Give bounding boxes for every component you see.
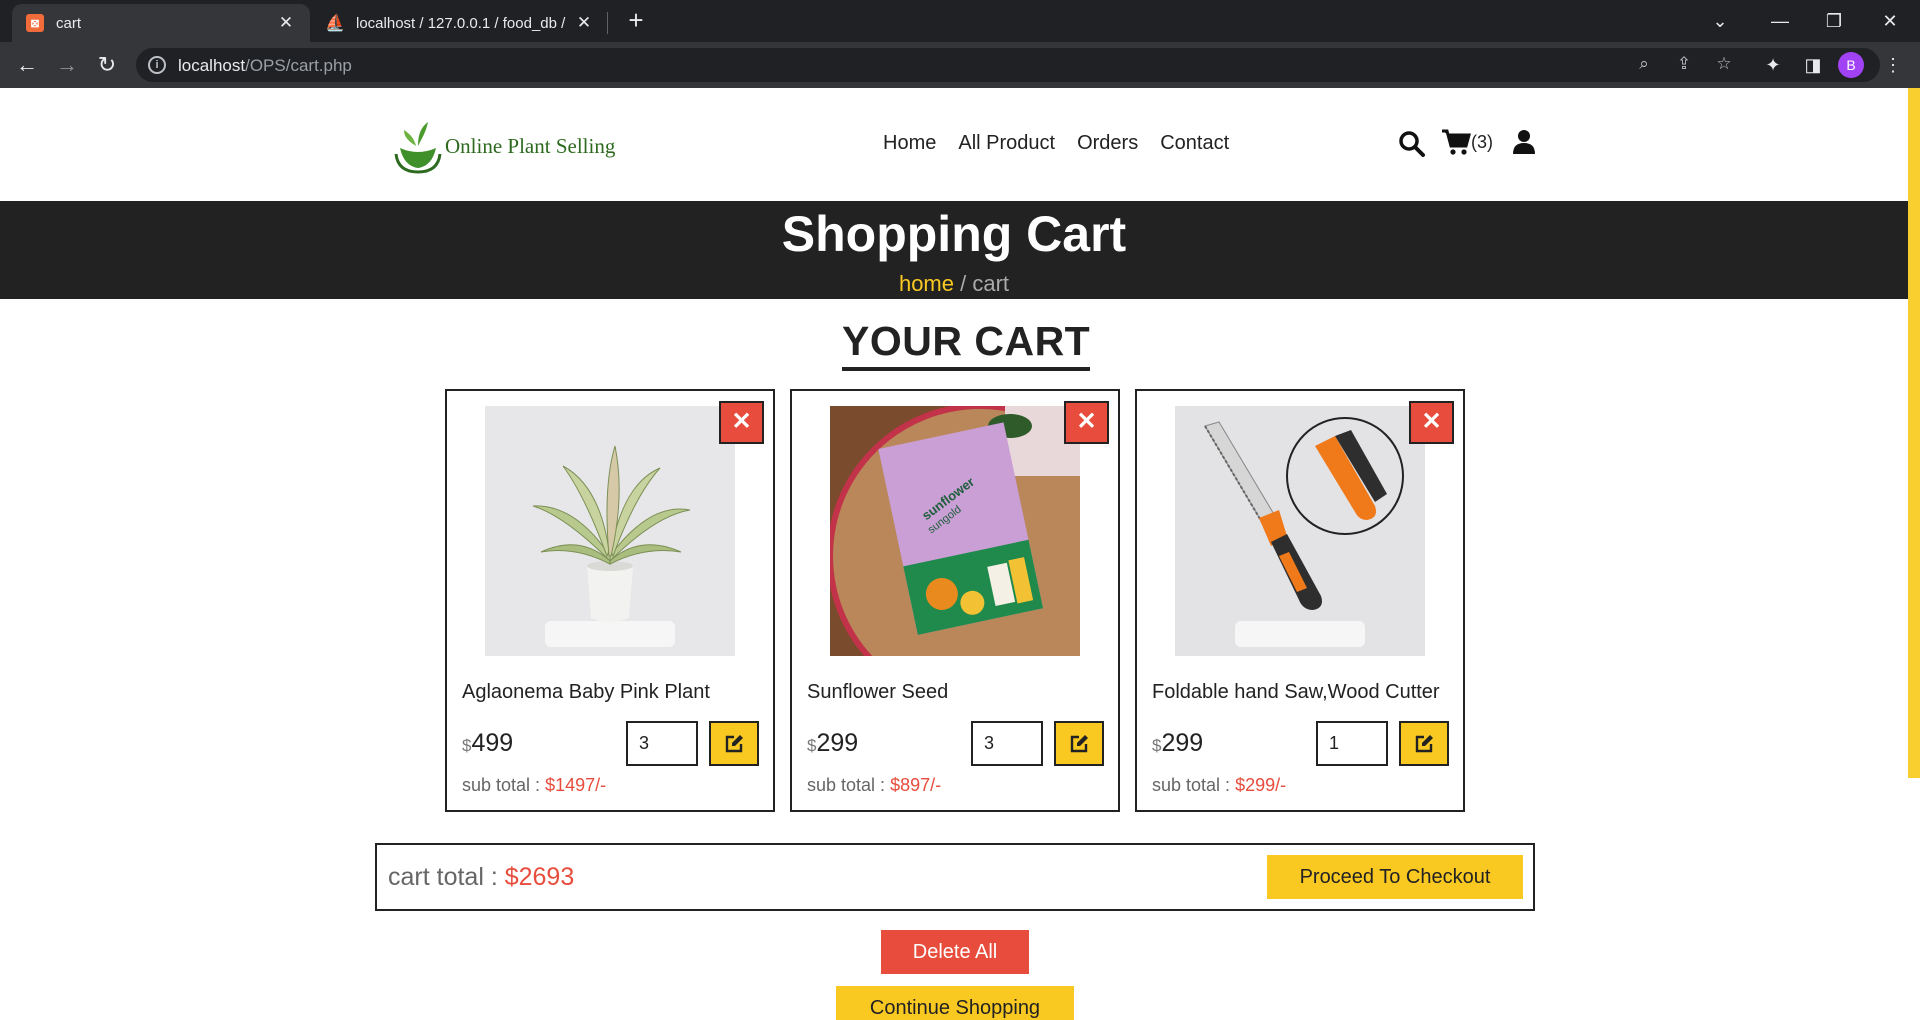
main-nav: Home All Product Orders Contact [883,132,1229,155]
search-icon[interactable] [1398,130,1426,158]
tab-cart[interactable]: ⊠ cart ✕ [12,4,310,42]
subtotal-label: sub total : [807,775,891,795]
update-quantity-button[interactable] [709,721,759,766]
product-price: $299 [1152,729,1203,758]
reload-button[interactable]: ↻ [92,50,122,80]
proceed-to-checkout-button[interactable]: Proceed To Checkout [1267,855,1523,899]
cart-heading: YOUR CART [842,318,1091,371]
product-name: Foldable hand Saw,Wood Cutter [1152,681,1440,703]
page-banner: Shopping Cart home / cart [0,201,1908,299]
menu-kebab-icon[interactable]: ⋮ [1878,50,1908,80]
breadcrumb: home / cart [0,271,1908,297]
user-icon[interactable] [1512,129,1536,155]
subtotal: sub total : $299/- [1152,775,1286,796]
cart-item-card: ✕ Foldable hand Saw,Wood Cutter $299 1 s… [1135,389,1465,812]
url-text[interactable]: localhost/OPS/cart.php [178,56,352,76]
side-panel-icon[interactable]: ◨ [1798,50,1828,80]
update-quantity-button[interactable] [1054,721,1104,766]
breadcrumb-current: cart [972,271,1010,296]
tab-title: localhost / 127.0.0.1 / food_db / [356,14,566,32]
cart-link[interactable]: (3) [1441,128,1493,156]
plant-logo-icon[interactable] [392,116,444,174]
subtotal-value: $299/- [1235,775,1287,795]
edit-icon [1415,734,1433,752]
cart-item-card: ✕ Aglaonema Baby Pink Plant $499 3 sub t… [445,389,775,812]
site-info-icon[interactable]: i [148,56,166,74]
browser-tab-bar: ⊠ cart ✕ ⛵ localhost / 127.0.0.1 / food_… [0,0,1920,42]
subtotal: sub total : $1497/- [462,775,606,796]
extensions-icon[interactable]: ✦ [1758,50,1788,80]
profile-avatar[interactable]: B [1838,52,1864,78]
cart-total-label: cart total : [388,863,505,891]
cart-total-value: $2693 [504,863,575,891]
cart-total-box: cart total : $2693 Proceed To Checkout [375,843,1535,911]
zoom-icon[interactable]: ⌕ [1632,54,1656,76]
product-name: Sunflower Seed [807,681,949,703]
browser-toolbar: ← → ↻ i localhost/OPS/cart.php ⌕ ⇪ ☆ [0,42,1920,88]
restore-button[interactable]: ❐ [1806,0,1862,42]
subtotal-value: $897/- [890,775,942,795]
product-name: Aglaonema Baby Pink Plant [462,681,710,703]
logo-text[interactable]: Online Plant Selling [445,134,615,159]
cart-icon [1442,129,1471,155]
remove-item-button[interactable]: ✕ [719,401,764,444]
seed-packet-product-image: sunflower sungold [830,406,1080,656]
cart-count: (3) [1471,131,1493,152]
address-bar[interactable]: i localhost/OPS/cart.php ⌕ ⇪ ☆ [136,48,1880,82]
breadcrumb-separator: / [954,271,973,296]
continue-shopping-button[interactable]: Continue Shopping [836,986,1074,1020]
edit-icon [725,734,743,752]
phpmyadmin-icon: ⛵ [325,15,345,32]
quantity-input[interactable]: 1 [1316,721,1388,766]
quantity-input[interactable]: 3 [971,721,1043,766]
remove-item-button[interactable]: ✕ [1409,401,1454,444]
close-icon[interactable]: ✕ [574,13,594,33]
xampp-icon: ⊠ [26,14,44,32]
close-window-button[interactable]: ✕ [1862,0,1918,42]
subtotal-label: sub total : [1152,775,1236,795]
nav-home[interactable]: Home [883,132,936,155]
page-title: Shopping Cart [781,206,1127,262]
price-value: 499 [471,729,514,757]
tab-phpmyadmin[interactable]: ⛵ localhost / 127.0.0.1 / food_db / ✕ [312,4,608,42]
hand-saw-product-image [1175,406,1425,656]
url-host: localhost [178,56,246,75]
back-button[interactable]: ← [12,50,42,80]
nav-all-product[interactable]: All Product [958,132,1055,155]
edit-icon [1070,734,1088,752]
product-price: $299 [807,729,858,758]
page-content: Online Plant Selling Home All Product Or… [0,88,1920,1020]
remove-item-button[interactable]: ✕ [1064,401,1109,444]
tab-title: cart [56,14,82,32]
page-scrollbar[interactable] [1908,88,1920,778]
subtotal-label: sub total : [462,775,546,795]
cart-total: cart total : $2693 [388,863,574,892]
breadcrumb-home-link[interactable]: home [899,271,954,296]
price-value: 299 [816,729,859,757]
delete-all-button[interactable]: Delete All [881,930,1029,974]
tab-divider [607,12,608,34]
url-path: /OPS/cart.php [245,56,352,75]
forward-button[interactable]: → [52,50,82,80]
site-header: Online Plant Selling Home All Product Or… [0,88,1908,201]
tab-search-icon[interactable]: ⌄ [1692,0,1748,42]
bookmark-star-icon[interactable]: ☆ [1712,54,1736,76]
minimize-button[interactable]: — [1752,0,1808,42]
plant-product-image [485,406,735,656]
share-icon[interactable]: ⇪ [1672,54,1696,76]
new-tab-button[interactable]: + [622,6,650,34]
nav-contact[interactable]: Contact [1160,132,1229,155]
cart-item-card: sunflower sungold ✕ Sunflower Seed $299 … [790,389,1120,812]
product-price: $499 [462,729,513,758]
nav-orders[interactable]: Orders [1077,132,1138,155]
close-icon[interactable]: ✕ [276,13,296,33]
update-quantity-button[interactable] [1399,721,1449,766]
price-value: 299 [1161,729,1204,757]
quantity-input[interactable]: 3 [626,721,698,766]
subtotal: sub total : $897/- [807,775,941,796]
subtotal-value: $1497/- [545,775,607,795]
